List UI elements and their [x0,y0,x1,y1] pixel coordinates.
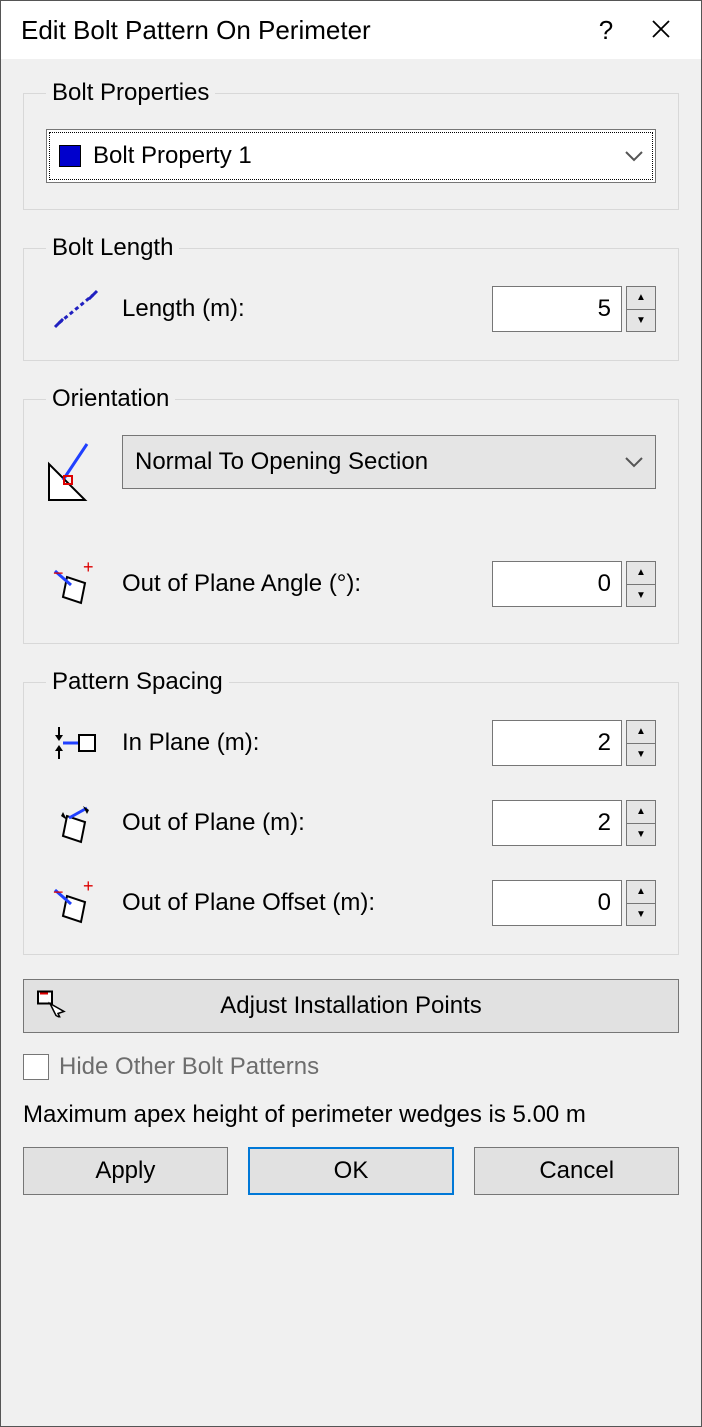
angle-spin-down[interactable]: ▼ [626,585,656,608]
cancel-button[interactable]: Cancel [474,1147,679,1195]
out-of-plane-offset-icon: − + [46,878,106,928]
orientation-dropdown[interactable]: Normal To Opening Section [122,435,656,489]
out-of-plane-label: Out of Plane (m): [122,809,476,837]
length-spin-up[interactable]: ▲ [626,286,656,310]
svg-text:−: − [53,563,64,583]
bolt-property-selected: Bolt Property 1 [93,142,252,170]
svg-text:−: − [53,882,64,902]
hide-other-checkbox-row[interactable]: Hide Other Bolt Patterns [23,1053,679,1081]
group-pattern-spacing: Pattern Spacing In Plane (m): [23,668,679,955]
in-plane-input[interactable] [492,720,622,766]
bolt-property-dropdown[interactable]: Bolt Property 1 [46,129,656,183]
in-plane-icon [46,718,106,768]
out-of-plane-offset-input[interactable] [492,880,622,926]
length-spin-down[interactable]: ▼ [626,310,656,333]
angle-spin-up[interactable]: ▲ [626,561,656,585]
legend-bolt-properties: Bolt Properties [46,79,215,107]
dialog-window: Edit Bolt Pattern On Perimeter ? Bolt Pr… [0,0,702,1427]
cursor-edit-icon [34,988,68,1025]
offset-spin-down[interactable]: ▼ [626,904,656,927]
hide-other-checkbox[interactable] [23,1054,49,1080]
orientation-icon [46,435,106,505]
group-bolt-length: Bolt Length Length (m): ▲ ▼ [23,234,679,361]
out-of-plane-angle-input[interactable] [492,561,622,607]
dialog-button-row: Apply OK Cancel [23,1147,679,1195]
chevron-down-icon [625,150,643,162]
in-plane-spin-down[interactable]: ▼ [626,744,656,767]
color-swatch-icon [59,145,81,167]
length-input[interactable] [492,286,622,332]
chevron-down-icon [625,456,643,468]
help-button[interactable]: ? [581,15,631,46]
out-of-plane-input[interactable] [492,800,622,846]
hide-other-label: Hide Other Bolt Patterns [59,1053,319,1081]
length-icon [46,284,106,334]
in-plane-spin-up[interactable]: ▲ [626,720,656,744]
adjust-button-label: Adjust Installation Points [220,992,481,1020]
group-bolt-properties: Bolt Properties Bolt Property 1 [23,79,679,210]
legend-bolt-length: Bolt Length [46,234,179,262]
out-of-plane-spin-down[interactable]: ▼ [626,824,656,847]
out-of-plane-spin-up[interactable]: ▲ [626,800,656,824]
dialog-title: Edit Bolt Pattern On Perimeter [21,15,581,46]
length-label: Length (m): [122,295,476,323]
offset-spin-up[interactable]: ▲ [626,880,656,904]
close-button[interactable] [631,15,691,46]
orientation-selected: Normal To Opening Section [135,448,428,476]
out-of-plane-offset-label: Out of Plane Offset (m): [122,889,476,917]
apply-button[interactable]: Apply [23,1147,228,1195]
out-of-plane-icon [46,798,106,848]
status-text: Maximum apex height of perimeter wedges … [23,1101,679,1129]
svg-text:+: + [83,561,94,577]
out-of-plane-angle-label: Out of Plane Angle (°): [122,570,476,598]
adjust-installation-points-button[interactable]: Adjust Installation Points [23,979,679,1033]
legend-pattern-spacing: Pattern Spacing [46,668,229,696]
dialog-content: Bolt Properties Bolt Property 1 Bolt Len… [1,59,701,1426]
ok-button[interactable]: OK [248,1147,455,1195]
titlebar: Edit Bolt Pattern On Perimeter ? [1,1,701,59]
svg-text:+: + [83,880,94,896]
group-orientation: Orientation Normal To Opening Section [23,385,679,644]
out-of-plane-angle-icon: − + [46,559,106,609]
legend-orientation: Orientation [46,385,175,413]
in-plane-label: In Plane (m): [122,729,476,757]
